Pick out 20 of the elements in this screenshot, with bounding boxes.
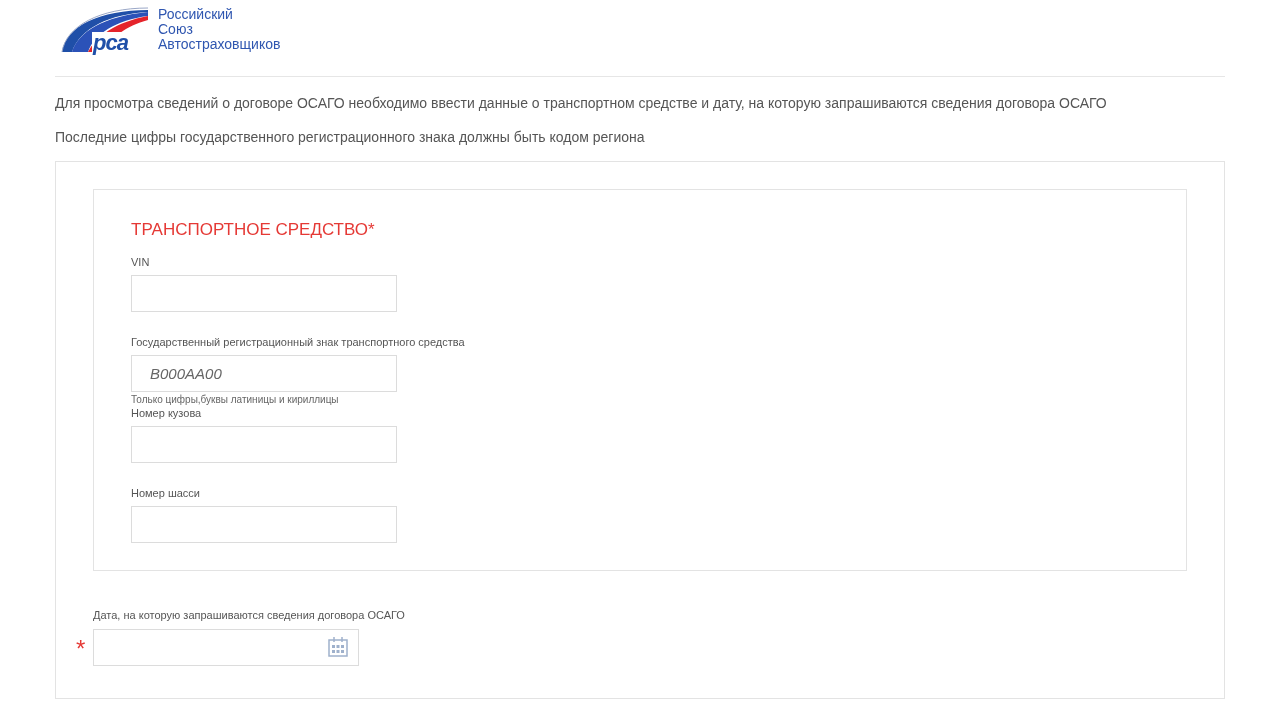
hint-text: Только цифры,буквы латиницы и кириллицы	[131, 393, 340, 406]
field-label: Дата, на которую запрашиваются сведения договора ОСАГО	[93, 608, 406, 623]
input-field[interactable]: В000АА00	[131, 354, 397, 392]
input-field[interactable]	[131, 425, 397, 463]
field-label: Номер шасси	[131, 486, 201, 500]
logo-mark: рса	[92, 32, 129, 54]
info-text: Последние цифры государственного регистрационного знака должны быть кодом региона	[55, 129, 646, 146]
logo-text: Автостраховщиков	[158, 37, 281, 52]
field-label: Государственный регистрационный знак транспортного средства	[131, 335, 466, 349]
required-mark: *	[76, 636, 86, 661]
calendar-icon	[327, 636, 349, 658]
logo-text: Российский	[158, 7, 234, 22]
info-text: Для просмотра сведений о договоре ОСАГО необходимо ввести данные о транспортном средстве и дату, на которую запрашиваются сведения договора ОСАГО	[55, 95, 1108, 112]
field-label: Номер кузова	[131, 406, 203, 420]
input-field[interactable]	[131, 505, 397, 543]
field-label: VIN	[131, 255, 151, 269]
date-field[interactable]	[93, 628, 359, 666]
logo-text: Союз	[158, 22, 194, 37]
section-title: ТРАНСПОРТНОЕ СРЕДСТВО*	[131, 219, 376, 241]
input-field[interactable]	[131, 274, 397, 312]
